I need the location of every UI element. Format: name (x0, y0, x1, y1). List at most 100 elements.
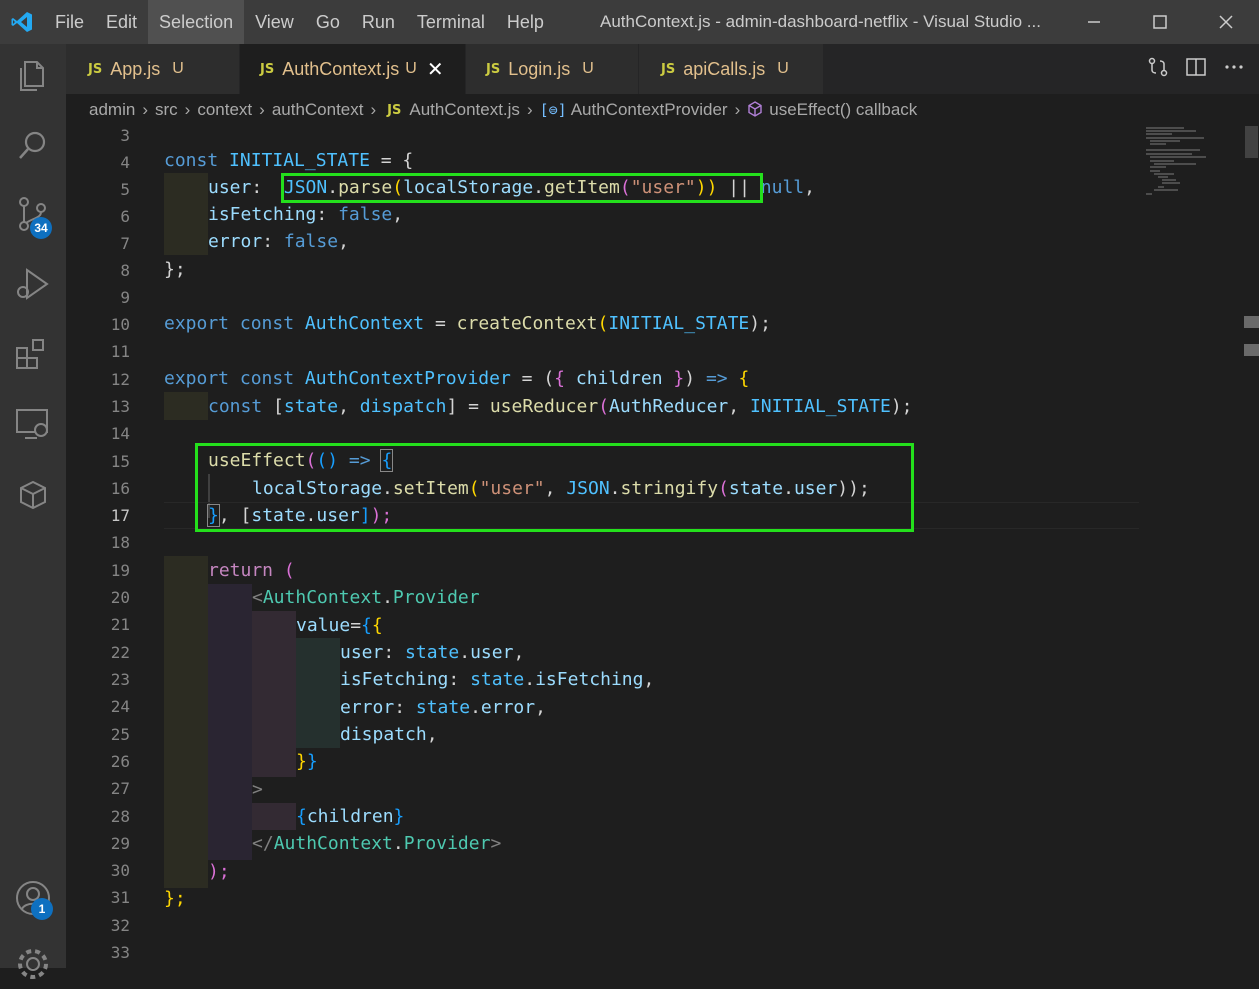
menu-selection[interactable]: Selection (148, 0, 245, 44)
line-number-current: 17 (110, 506, 130, 525)
menu-edit[interactable]: Edit (95, 0, 148, 44)
tab-authcontext-js[interactable]: JS AuthContext.js U ✕ (240, 44, 466, 94)
search-icon[interactable] (13, 126, 53, 166)
tab-status: U (405, 60, 417, 77)
highlight-box-json-parse (281, 173, 763, 203)
tab-app-js[interactable]: JS App.js U (66, 44, 240, 94)
js-file-icon: JS (387, 102, 402, 118)
tab-label: AuthContext.js (282, 58, 400, 79)
indent-guide (252, 611, 296, 777)
vscode-logo-icon (0, 0, 44, 44)
line-number: 27 (110, 779, 130, 798)
code-line-6: isFetching: false, (208, 204, 404, 225)
line-number: 24 (110, 697, 130, 716)
menu-go[interactable]: Go (305, 0, 351, 44)
close-tab-icon[interactable]: ✕ (427, 57, 444, 82)
line-number: 15 (110, 452, 130, 471)
split-editor-icon[interactable] (1185, 56, 1207, 83)
indent-guide (252, 803, 296, 830)
line-number: 20 (110, 588, 130, 607)
line-number: 13 (110, 397, 130, 416)
scrollbar-marker (1244, 316, 1259, 328)
more-actions-icon[interactable] (1223, 56, 1245, 83)
breadcrumb-item[interactable]: AuthContextProvider (571, 100, 728, 120)
line-number: 5 (120, 180, 130, 199)
line-number: 11 (110, 342, 130, 361)
line-number: 9 (120, 288, 130, 307)
code-line-28: {children} (296, 806, 405, 827)
line-number: 18 (110, 533, 130, 552)
tab-login-js[interactable]: JS Login.js U (466, 44, 639, 94)
menu-help[interactable]: Help (496, 0, 555, 44)
settings-gear-icon[interactable] (13, 944, 53, 984)
line-number: 28 (110, 807, 130, 826)
code-line-26: }} (296, 751, 318, 772)
menu-terminal[interactable]: Terminal (406, 0, 496, 44)
window-title: AuthContext.js - admin-dashboard-netflix… (600, 12, 1041, 31)
js-file-icon: JS (260, 61, 275, 77)
code-line-4: const INITIAL_STATE = { (164, 150, 414, 171)
tab-label: Login.js (508, 58, 571, 79)
run-debug-icon[interactable] (13, 264, 53, 304)
close-window-button[interactable] (1193, 0, 1259, 44)
code-line-31: }; (164, 888, 186, 909)
minimize-button[interactable] (1061, 0, 1127, 44)
indent-guide (164, 556, 208, 888)
code-line-20: <AuthContext.Provider (252, 587, 480, 608)
tab-label: App.js (110, 58, 161, 79)
editor-tabs: JS App.js U JS AuthContext.js U ✕ JS Log… (66, 44, 1259, 94)
line-number: 31 (110, 888, 130, 907)
symbol-method-icon (747, 100, 763, 120)
tab-label: apiCalls.js (683, 58, 766, 79)
chevron-right-icon: › (184, 100, 191, 119)
symbol-variable-icon: [⊜] (539, 101, 567, 119)
line-number: 32 (110, 916, 130, 935)
chevron-right-icon: › (370, 100, 377, 119)
breadcrumb-item[interactable]: admin (89, 100, 135, 120)
code-line-23: isFetching: state.isFetching, (340, 669, 655, 690)
code-line-19: return ( (208, 560, 295, 581)
code-line-13: const [state, dispatch] = useReducer(Aut… (208, 396, 913, 417)
minimap[interactable] (1144, 126, 1240, 196)
js-file-icon: JS (88, 61, 103, 77)
menu-view[interactable]: View (244, 0, 305, 44)
line-number: 23 (110, 670, 130, 689)
highlight-box-use-effect (195, 443, 914, 532)
maximize-button[interactable] (1127, 0, 1193, 44)
line-number: 12 (110, 370, 130, 389)
line-number: 3 (120, 126, 130, 145)
scrollbar-thumb[interactable] (1245, 126, 1258, 158)
extensions-icon[interactable] (13, 334, 53, 374)
indent-guide (296, 638, 340, 748)
chevron-right-icon: › (259, 100, 265, 119)
line-number: 25 (110, 725, 130, 744)
remote-explorer-icon[interactable] (13, 404, 53, 444)
code-line-25: dispatch, (340, 724, 438, 745)
code-line-22: user: state.user, (340, 642, 525, 663)
tab-status: U (172, 60, 184, 77)
docker-icon[interactable] (13, 474, 53, 514)
breadcrumb-item[interactable]: AuthContext.js (409, 100, 520, 120)
menu-run[interactable]: Run (351, 0, 406, 44)
explorer-icon[interactable] (13, 56, 53, 96)
breadcrumb-item[interactable]: context (197, 100, 252, 120)
code-editor[interactable]: 3 4 5 6 7 8 9 10 11 12 13 14 15 16 17 18… (66, 126, 1259, 968)
accounts-badge: 1 (31, 898, 53, 920)
tab-apicalls-js[interactable]: JS apiCalls.js U (639, 44, 824, 94)
js-file-icon: JS (661, 61, 676, 77)
breadcrumb-item[interactable]: src (155, 100, 178, 120)
breadcrumb-item[interactable]: authContext (272, 100, 364, 120)
vertical-scrollbar[interactable] (1244, 126, 1259, 968)
line-number: 29 (110, 834, 130, 853)
code-line-7: error: false, (208, 231, 349, 252)
source-control-badge: 34 (30, 217, 52, 239)
title-bar: File Edit Selection View Go Run Terminal… (0, 0, 1259, 44)
code-line-27: > (252, 779, 263, 800)
menu-file[interactable]: File (44, 0, 95, 44)
activity-bar: 34 1 (0, 44, 66, 979)
breadcrumb-item[interactable]: useEffect() callback (769, 100, 917, 120)
line-number: 14 (110, 424, 130, 443)
line-number: 33 (110, 943, 130, 962)
line-number: 30 (110, 861, 130, 880)
compare-changes-icon[interactable] (1147, 56, 1169, 83)
